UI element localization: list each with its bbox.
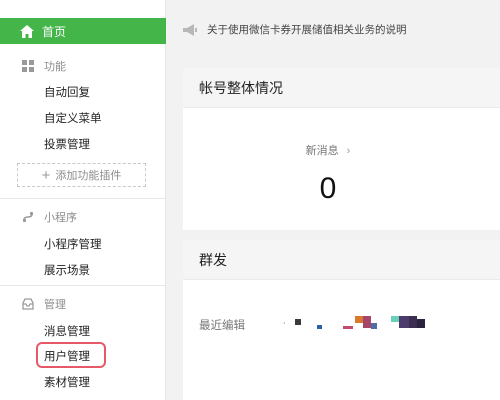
sidebar-section-management: 管理 <box>22 296 66 312</box>
sidebar-divider <box>0 198 166 199</box>
sidebar-section-miniprogram: 小程序 <box>22 209 77 225</box>
new-messages-count: 0 <box>319 172 337 205</box>
recent-edit-label: 最近编辑 <box>199 320 245 332</box>
new-messages-label: 新消息 <box>305 145 339 157</box>
highlight-annotation <box>36 342 106 368</box>
plus-icon: + <box>41 166 51 184</box>
new-messages-link[interactable]: 新消息 › <box>183 142 473 158</box>
sidebar-item-message-management[interactable]: 消息管理 <box>44 323 90 339</box>
inbox-icon <box>22 298 34 310</box>
sidebar-item-home-label: 首页 <box>42 24 67 39</box>
miniprogram-icon <box>22 211 34 223</box>
sidebar-divider <box>0 285 166 286</box>
sidebar-section-title: 功能 <box>44 61 66 73</box>
sidebar-item-custom-menu[interactable]: 自定义菜单 <box>44 110 102 126</box>
account-overview-card: 帐号整体情况 新消息 › 0 <box>183 68 500 230</box>
notice-text: 关于使用微信卡券开展储值相关业务的说明 <box>207 24 407 36</box>
sidebar-item-miniprogram-management[interactable]: 小程序管理 <box>44 236 102 252</box>
sidebar-section-features: 功能 <box>22 58 66 74</box>
sidebar-item-display-scene[interactable]: 展示场景 <box>44 262 90 278</box>
main-content: 关于使用微信卡券开展储值相关业务的说明 帐号整体情况 新消息 › 0 群发 最近编… <box>167 0 500 400</box>
sidebar-item-home[interactable]: 首页 <box>0 18 166 44</box>
sidebar-section-title: 管理 <box>44 299 66 311</box>
home-icon <box>20 24 34 38</box>
sidebar-item-material-management[interactable]: 素材管理 <box>44 374 90 390</box>
notice-bar[interactable]: 关于使用微信卡券开展储值相关业务的说明 <box>183 22 407 37</box>
account-overview-title: 帐号整体情况 <box>183 68 500 108</box>
grid-icon <box>22 60 34 72</box>
mass-send-title: 群发 <box>183 240 500 280</box>
chevron-right-icon: › <box>346 145 351 157</box>
redacted-content: · <box>283 316 425 329</box>
megaphone-icon <box>183 23 197 36</box>
sidebar-section-title: 小程序 <box>44 212 77 224</box>
sidebar: 首页 功能 自动回复 自定义菜单 投票管理 + 添加功能插件 小程序 小程序管理… <box>0 0 166 400</box>
add-plugin-button[interactable]: + 添加功能插件 <box>17 163 146 187</box>
sidebar-item-auto-reply[interactable]: 自动回复 <box>44 84 90 100</box>
add-plugin-label: 添加功能插件 <box>55 170 122 182</box>
mass-send-card: 群发 最近编辑 · <box>183 240 500 400</box>
svg-text:·: · <box>283 319 286 328</box>
sidebar-item-vote-management[interactable]: 投票管理 <box>44 136 90 152</box>
